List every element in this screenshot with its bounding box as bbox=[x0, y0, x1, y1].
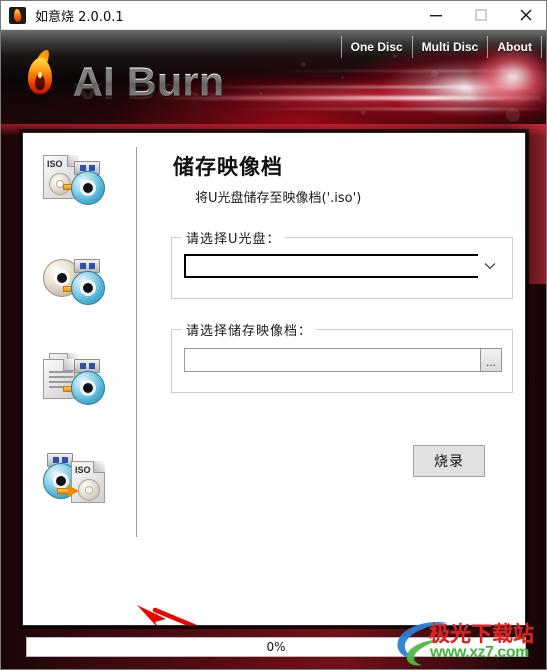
nav-item-multi-disc[interactable]: Multi Disc bbox=[413, 36, 488, 58]
maximize-icon bbox=[474, 9, 487, 21]
chevron-down-icon bbox=[484, 263, 496, 270]
drive-select-value[interactable] bbox=[184, 254, 478, 278]
sidebar-item-save-disc-to-iso[interactable]: ISO bbox=[41, 451, 117, 513]
progress-bar: 0% bbox=[26, 637, 526, 657]
content-panel: ISO ISO 储存映像档 将U光盘储存至映像档('.iso') 请选择U光盘：… bbox=[22, 132, 526, 626]
image-path-row: ... bbox=[184, 348, 502, 372]
minimize-button[interactable] bbox=[413, 1, 458, 30]
app-icon bbox=[9, 6, 26, 24]
maximize-button[interactable] bbox=[458, 1, 503, 30]
burn-button[interactable]: 烧录 bbox=[413, 445, 485, 477]
sidebar-item-burn-iso-to-disc[interactable]: ISO bbox=[41, 151, 117, 213]
drive-select-dropdown-button[interactable] bbox=[478, 254, 502, 278]
image-path-group: 请选择储存映像档： ... bbox=[171, 320, 513, 393]
nav-item-about[interactable]: About bbox=[488, 36, 541, 58]
main-pane: 储存映像档 将U光盘储存至映像档('.iso') 请选择U光盘： 请选择储存映像… bbox=[149, 133, 525, 625]
image-path-input[interactable] bbox=[184, 348, 480, 372]
window-controls bbox=[413, 1, 546, 30]
sidebar-item-burn-files-to-disc[interactable] bbox=[41, 351, 117, 413]
minimize-icon bbox=[429, 15, 442, 17]
drive-select-group: 请选择U光盘： bbox=[171, 228, 513, 299]
app-banner: AI Burn AI Burn One Disc Multi Disc Abou… bbox=[1, 30, 546, 124]
window-title: 如意烧 2.0.0.1 bbox=[35, 9, 124, 25]
browse-button[interactable]: ... bbox=[480, 348, 502, 372]
flame-logo-icon bbox=[25, 47, 55, 100]
banner-nav: One Disc Multi Disc About bbox=[340, 36, 542, 58]
target-disc-icon bbox=[71, 171, 105, 205]
app-logo-text: AI Burn bbox=[73, 58, 225, 105]
nav-separator bbox=[541, 36, 542, 58]
disc-glyph bbox=[78, 479, 100, 501]
mode-sidebar: ISO ISO bbox=[23, 133, 137, 625]
image-path-legend: 请选择储存映像档： bbox=[182, 320, 317, 339]
sidebar-item-copy-disc[interactable] bbox=[41, 251, 117, 313]
flame-icon bbox=[13, 8, 22, 22]
close-icon bbox=[520, 9, 531, 21]
target-disc-icon bbox=[71, 271, 105, 305]
drive-select-legend: 请选择U光盘： bbox=[182, 228, 285, 247]
nav-item-one-disc[interactable]: One Disc bbox=[342, 36, 412, 58]
iso-label: ISO bbox=[75, 465, 91, 475]
window-body-frame: ISO ISO 储存映像档 将U光盘储存至映像档('.iso') 请选择U光盘：… bbox=[1, 124, 546, 669]
iso-label: ISO bbox=[47, 159, 63, 169]
target-disc-icon bbox=[71, 371, 105, 405]
progress-label: 0% bbox=[266, 640, 286, 654]
page-title: 储存映像档 bbox=[173, 155, 283, 179]
transfer-arrow-icon bbox=[57, 485, 79, 497]
title-bar: 如意烧 2.0.0.1 bbox=[1, 1, 546, 30]
page-subtitle: 将U光盘储存至映像档('.iso') bbox=[195, 191, 362, 206]
app-window: 如意烧 2.0.0.1 AI Burn One Disc Multi Disc … bbox=[0, 0, 547, 670]
close-button[interactable] bbox=[503, 1, 546, 30]
sidebar-divider bbox=[136, 147, 137, 537]
drive-select-combobox[interactable] bbox=[184, 254, 502, 278]
